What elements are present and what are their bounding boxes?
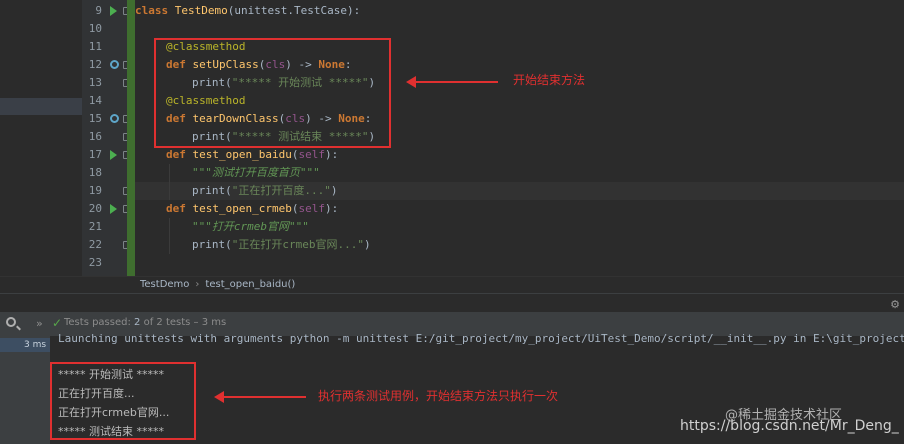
gutter-line-16: 16: [82, 128, 130, 146]
line-number: 23: [88, 256, 102, 269]
builtin-print: print: [192, 238, 226, 251]
keyword: def: [166, 148, 186, 161]
breadcrumb-method[interactable]: test_open_baidu(): [205, 279, 295, 290]
override-icon[interactable]: [110, 60, 119, 69]
gutter-line-23: 23: [82, 254, 129, 272]
gutter-line-18: 18: [82, 164, 129, 182]
breadcrumb-separator-icon: ›: [195, 279, 200, 290]
param-self: self: [298, 202, 325, 215]
run-icon[interactable]: [110, 150, 117, 160]
annotation-arrow-bottom: [214, 391, 306, 403]
watermark-csdn: https://blog.csdn.net/Mr_Deng_: [680, 418, 899, 434]
chevron-expand-icon[interactable]: »: [36, 317, 43, 330]
line-number: 10: [88, 22, 102, 35]
tests-status-rest: of 2 tests – 3 ms: [143, 317, 227, 328]
line-number: 16: [88, 130, 102, 143]
code-line-19: print("正在打开百度..."): [135, 182, 904, 200]
run-icon[interactable]: [110, 6, 117, 16]
tests-passed-count: 2: [134, 317, 141, 328]
builtin-print: print: [192, 184, 226, 197]
test-time-chip[interactable]: 3 ms: [0, 338, 50, 352]
line-number: 13: [88, 76, 102, 89]
gutter-line-12: 12: [82, 56, 130, 74]
annotation-label-top: 开始结束方法: [513, 73, 586, 87]
line-number: 9: [95, 4, 102, 17]
string-literal: "正在打开crmeb官网...": [231, 238, 364, 251]
line-number: 22: [88, 238, 102, 251]
test-tree: 3 ms: [0, 336, 50, 444]
editor-gutter: 9 10 11 12 13 14 15 16 17 18 19 20 21 22…: [82, 0, 130, 276]
code-line-22: print("正在打开crmeb官网..."): [135, 236, 904, 254]
breadcrumb: TestDemo › test_open_baidu(): [0, 276, 904, 293]
console-launch-line: Launching unittests with arguments pytho…: [58, 332, 904, 345]
gutter-line-10: 10: [82, 20, 129, 38]
line-number: 19: [88, 184, 102, 197]
function-name: test_open_baidu: [192, 148, 292, 161]
run-icon[interactable]: [110, 204, 117, 214]
docstring: """打开crmeb官网""": [192, 220, 309, 233]
annotation-arrow-top: [406, 76, 498, 88]
breadcrumb-class[interactable]: TestDemo: [140, 279, 189, 290]
vcs-change-marker: [127, 0, 135, 276]
gutter-line-14: 14: [82, 92, 129, 110]
class-name: TestDemo: [174, 4, 228, 17]
code-line-9: class TestDemo(unittest.TestCase):: [135, 2, 904, 20]
line-number: 18: [88, 166, 102, 179]
param-self: self: [298, 148, 325, 161]
annotation-box-setup-teardown: [154, 38, 391, 148]
code-line-18: """测试打开百度首页""": [135, 164, 904, 182]
gutter-line-15: 15: [82, 110, 130, 128]
line-number: 11: [88, 40, 102, 53]
gutter-line-20: 20: [82, 200, 130, 218]
tests-status-prefix: Tests passed:: [64, 317, 131, 328]
annotation-box-console: [50, 362, 196, 440]
gutter-line-11: 11: [82, 38, 129, 56]
gutter-line-17: 17: [82, 146, 130, 164]
gear-icon[interactable]: ⚙: [890, 298, 900, 311]
panel-divider[interactable]: ⚙: [0, 293, 904, 312]
code-line-20: def test_open_crmeb(self):: [166, 202, 339, 215]
line-number: 20: [88, 202, 102, 215]
function-name: test_open_crmeb: [192, 202, 292, 215]
gutter-line-13: 13: [82, 74, 130, 92]
keyword: class: [135, 4, 169, 17]
line-number: 21: [88, 220, 102, 233]
gutter-line-21: 21: [82, 218, 129, 236]
docstring: """测试打开百度首页""": [192, 166, 320, 179]
gutter-line-19: 19: [82, 182, 130, 200]
keyword: def: [166, 202, 186, 215]
gutter-line-9: 9: [82, 2, 130, 20]
project-panel-selection: [0, 98, 82, 115]
override-icon[interactable]: [110, 114, 119, 123]
line-number: 14: [88, 94, 102, 107]
search-icon[interactable]: [6, 317, 16, 327]
code-line-17: def test_open_baidu(self):: [166, 148, 339, 161]
string-literal: "正在打开百度...": [231, 184, 331, 197]
project-panel-strip: [0, 0, 82, 292]
line-number: 17: [88, 148, 102, 161]
code-line-21: """打开crmeb官网""": [135, 218, 904, 236]
line-number: 15: [88, 112, 102, 125]
check-icon: ✓: [52, 316, 63, 330]
line-number: 12: [88, 58, 102, 71]
annotation-label-bottom: 执行两条测试用例，开始结束方法只执行一次: [318, 389, 559, 403]
gutter-line-22: 22: [82, 236, 130, 254]
tests-status: Tests passed: 2 of 2 tests – 3 ms: [64, 317, 226, 328]
code-text: (unittest.TestCase):: [227, 4, 361, 17]
